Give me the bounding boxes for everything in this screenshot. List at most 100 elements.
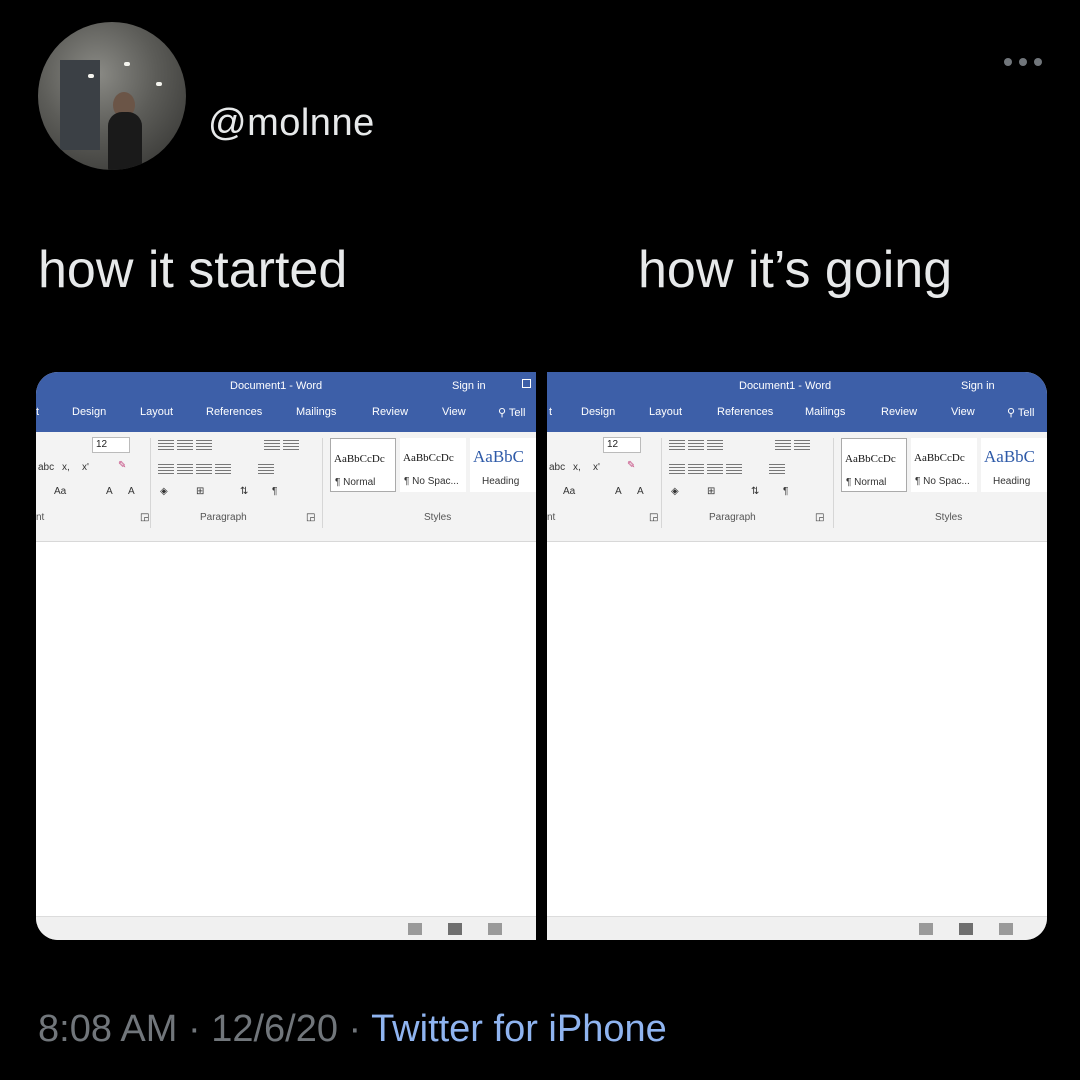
style-sample: AaBbC [984,447,1035,466]
style-sample: AaBbC [473,447,524,466]
ribbon-separator [833,438,834,528]
tab-design[interactable]: Design [72,406,106,418]
style-sample: AaBbCcDc [403,452,454,464]
tab-tell-me[interactable]: ⚲ Tell [498,406,525,419]
window-title: Document1 - Word [230,380,323,392]
paragraph-dialog-launcher-icon[interactable]: ◲ [306,512,315,523]
tab-tell-me[interactable]: ⚲ Tell [1007,406,1034,419]
print-layout-icon[interactable] [959,923,973,935]
alignment-buttons[interactable] [158,462,231,476]
read-mode-icon[interactable] [408,923,422,935]
user-handle[interactable]: @molnne [208,102,375,145]
strikethrough-button[interactable]: abc [549,462,565,473]
tell-me-label: Tell [508,407,526,419]
style-no-spacing[interactable]: AaBbCcDc ¶ No Spac... [911,438,977,492]
panel-divider [536,372,547,940]
style-sample: AaBbCcDc [334,453,385,465]
font-dialog-launcher-icon[interactable]: ◲ [140,512,149,523]
status-bar [36,916,536,940]
document-canvas[interactable] [36,544,536,914]
change-case-button[interactable]: Aa [54,486,66,497]
word-titlebar: Document1 - Word Sign in t Design Layout… [36,372,536,432]
shading-icon[interactable]: ◈ [160,486,168,497]
strikethrough-button[interactable]: abc [38,462,54,473]
tab-partial[interactable]: t [549,406,552,418]
tab-view[interactable]: View [951,406,975,418]
font-dialog-launcher-icon[interactable]: ◲ [649,512,658,523]
paragraph-dialog-launcher-icon[interactable]: ◲ [815,512,824,523]
superscript-button[interactable]: x' [82,462,89,473]
style-heading[interactable]: AaBbC Heading [470,438,536,492]
avatar[interactable] [38,22,186,170]
shrink-font-button[interactable]: A [128,486,135,497]
sign-in-link[interactable]: Sign in [452,380,486,392]
tab-review[interactable]: Review [372,406,408,418]
tab-references[interactable]: References [206,406,262,418]
list-buttons[interactable] [669,438,723,452]
ribbon-separator [322,438,323,528]
grow-font-button[interactable]: A [106,486,113,497]
print-layout-icon[interactable] [448,923,462,935]
font-size-select[interactable]: 12 [92,437,130,453]
group-label-styles: Styles [935,512,963,523]
shading-icon[interactable]: ◈ [671,486,679,497]
show-marks-button[interactable]: ¶ [783,486,788,497]
web-layout-icon[interactable] [488,923,502,935]
indent-buttons[interactable] [264,438,299,452]
web-layout-icon[interactable] [999,923,1013,935]
tab-partial[interactable]: t [36,406,39,418]
sign-in-link[interactable]: Sign in [961,380,995,392]
word-screenshot-left[interactable]: Document1 - Word Sign in t Design Layout… [36,372,536,940]
ribbon: 12 abc x, x' ✎ Aa A A ◈ ⊞ ⇅ ¶ nt ◲ Parag… [547,432,1047,542]
tweet-source-link[interactable]: Twitter for iPhone [371,1008,667,1050]
clear-formatting-icon[interactable]: ✎ [627,460,635,471]
read-mode-icon[interactable] [919,923,933,935]
document-canvas[interactable] [547,544,1047,914]
ribbon-separator [661,438,662,528]
caption-left: how it started [38,241,348,299]
grow-font-button[interactable]: A [615,486,622,497]
style-heading[interactable]: AaBbC Heading [981,438,1047,492]
word-screenshot-right[interactable]: Document1 - Word Sign in t Design Layout… [547,372,1047,940]
superscript-button[interactable]: x' [593,462,600,473]
indent-buttons[interactable] [775,438,810,452]
ribbon-tabs: t Design Layout References Mailings Revi… [547,406,1047,428]
clear-formatting-icon[interactable]: ✎ [118,460,126,471]
list-buttons[interactable] [158,438,212,452]
ribbon: 12 abc x, x' ✎ Aa A A ◈ ⊞ ⇅ ¶ nt ◲ Parag… [36,432,536,542]
sort-icon[interactable]: ⇅ [751,486,759,497]
sort-icon[interactable]: ⇅ [240,486,248,497]
tab-layout[interactable]: Layout [649,406,682,418]
change-case-button[interactable]: Aa [563,486,575,497]
tab-mailings[interactable]: Mailings [805,406,845,418]
alignment-buttons[interactable] [669,462,742,476]
group-label-styles: Styles [424,512,452,523]
style-no-spacing[interactable]: AaBbCcDc ¶ No Spac... [400,438,466,492]
tab-review[interactable]: Review [881,406,917,418]
tweet-timestamp[interactable]: 8:08 AM · 12/6/20 · [38,1008,371,1050]
style-name: ¶ No Spac... [404,476,459,487]
tab-layout[interactable]: Layout [140,406,173,418]
line-spacing-button[interactable] [258,462,274,476]
font-size-select[interactable]: 12 [603,437,641,453]
ribbon-separator [150,438,151,528]
ellipsis-icon[interactable] [1004,58,1042,66]
tweet-footer: 8:08 AM · 12/6/20 · Twitter for iPhone [38,1008,667,1051]
tab-references[interactable]: References [717,406,773,418]
show-marks-button[interactable]: ¶ [272,486,277,497]
tab-view[interactable]: View [442,406,466,418]
avatar-door [60,60,100,150]
borders-icon[interactable]: ⊞ [196,486,204,497]
subscript-button[interactable]: x, [62,462,70,473]
ribbon-tabs: t Design Layout References Mailings Revi… [36,406,536,428]
style-normal[interactable]: AaBbCcDc ¶ Normal [330,438,396,492]
line-spacing-button[interactable] [769,462,785,476]
borders-icon[interactable]: ⊞ [707,486,715,497]
style-normal[interactable]: AaBbCcDc ¶ Normal [841,438,907,492]
tab-design[interactable]: Design [581,406,615,418]
ribbon-display-icon[interactable] [522,379,531,388]
shrink-font-button[interactable]: A [637,486,644,497]
tab-mailings[interactable]: Mailings [296,406,336,418]
subscript-button[interactable]: x, [573,462,581,473]
style-name: ¶ Normal [335,477,376,488]
